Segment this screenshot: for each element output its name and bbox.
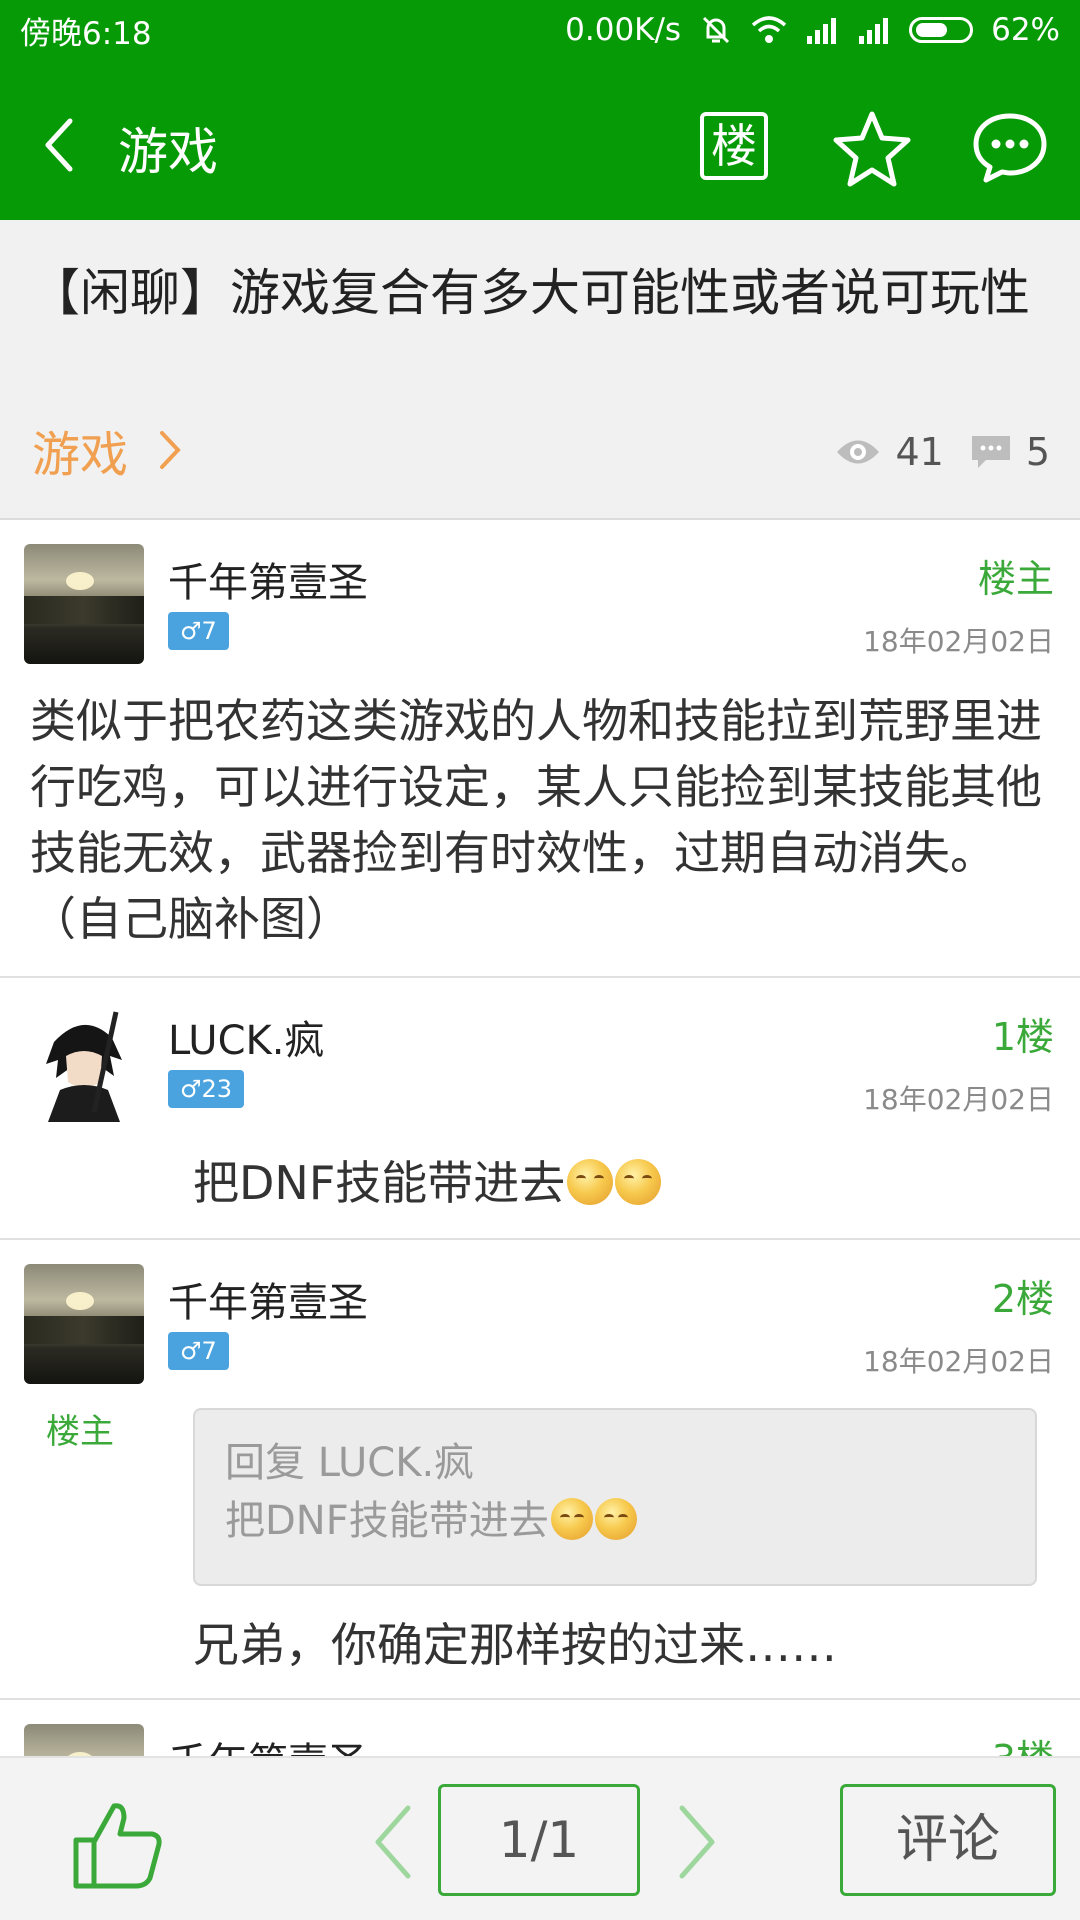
signal-icon [805,16,839,44]
post-content: 类似于把农药这类游戏的人物和技能拉到荒野里进行吃鸡，可以进行设定，某人只能捡到某… [30,694,1042,946]
smile-emoji-icon [567,1159,614,1205]
username[interactable]: 千年第壹圣 [168,550,368,608]
battery-icon [909,17,974,43]
header-title: 游戏 [118,123,218,181]
eye-icon [837,440,880,464]
chevron-right-icon [160,431,181,469]
post-date: 18年02月02日 [863,1345,1054,1378]
wifi-icon [751,15,787,45]
comment-button[interactable]: 评论 [840,1784,1056,1896]
reply-content: 兄弟，你确定那样按的过来…… [193,1618,837,1672]
post-header: 【闲聊】游戏复合有多大可能性或者说可玩性 游戏 41 5 [0,220,1080,520]
gender-level-badge: ♂7 [168,612,229,650]
comment-icon [971,436,1010,468]
gender-level-badge: ♂23 [168,1070,245,1108]
status-time: 傍晚6:18 [20,15,152,52]
reply-content: 把DNF技能带进去 [193,1150,662,1216]
battery-fill [916,23,948,37]
post-stats: 41 5 [835,430,1050,474]
avatar[interactable] [24,544,144,664]
op-label: 楼主 [46,1412,114,1452]
floor-3: 千年第壹圣 3楼 [0,1700,1080,1756]
post-date: 18年02月02日 [863,1083,1054,1116]
floor-tag: 楼主 [977,557,1054,601]
username[interactable]: 千年第壹圣 [168,1270,368,1328]
chat-bubble-icon[interactable] [972,110,1048,186]
forum-link[interactable]: 游戏 [32,415,182,485]
post-date: 18年02月02日 [863,625,1054,658]
avatar[interactable] [24,1002,144,1122]
username[interactable]: LUCK.疯 [168,1008,324,1066]
username[interactable]: 千年第壹圣 [168,1730,368,1756]
avatar[interactable] [24,1264,144,1384]
floor-tag: 2楼 [991,1277,1054,1321]
floor-op: 千年第壹圣 ♂7 楼主 18年02月02日 类似于把农药这类游戏的人物和技能拉到… [0,520,1080,978]
reply-text: 把DNF技能带进去 [193,1156,566,1210]
forum-name: 游戏 [32,427,129,483]
floor-tag: 3楼 [992,1728,1054,1756]
mute-bell-icon [699,13,733,47]
gender-level-badge: ♂7 [168,1332,229,1370]
back-icon[interactable] [40,115,80,175]
smile-emoji-icon [615,1159,662,1205]
floor-tag: 1楼 [991,1015,1054,1059]
thumbs-up-icon[interactable] [70,1796,166,1892]
bottom-bar: 1/1 评论 [0,1756,1080,1920]
quoted-reply: 回复 LUCK.疯 把DNF技能带进去 [193,1408,1037,1586]
post-title: 【闲聊】游戏复合有多大可能性或者说可玩性 [30,264,1030,322]
page-indicator[interactable]: 1/1 [438,1784,640,1896]
prev-page-icon[interactable] [368,1802,418,1882]
smile-emoji-icon [550,1498,593,1540]
star-icon[interactable] [832,108,912,188]
floor-1: LUCK.疯 ♂23 1楼 18年02月02日 把DNF技能带进去 [0,978,1080,1240]
net-speed: 0.00K/s [565,12,682,48]
avatar[interactable] [24,1724,144,1756]
view-count: 41 [895,430,944,474]
quote-text: 把DNF技能带进去 [225,1498,549,1544]
comment-count: 5 [1025,430,1050,474]
quote-header: 回复 LUCK.疯 [225,1440,475,1486]
status-icons: 0.00K/s 62% [565,12,1060,48]
app-header: 游戏 楼 [0,60,1080,220]
signal-icon-2 [857,16,891,44]
floor-jump-button[interactable]: 楼 [700,112,768,180]
battery-percent: 62% [991,12,1060,48]
smile-emoji-icon [594,1498,637,1540]
quote-body: 把DNF技能带进去 [225,1492,1005,1550]
next-page-icon[interactable] [672,1802,722,1882]
floor-2: 千年第壹圣 ♂7 2楼 18年02月02日 楼主 回复 LUCK.疯 把DNF技… [0,1240,1080,1700]
status-bar: 傍晚6:18 0.00K/s 62% [0,0,1080,60]
